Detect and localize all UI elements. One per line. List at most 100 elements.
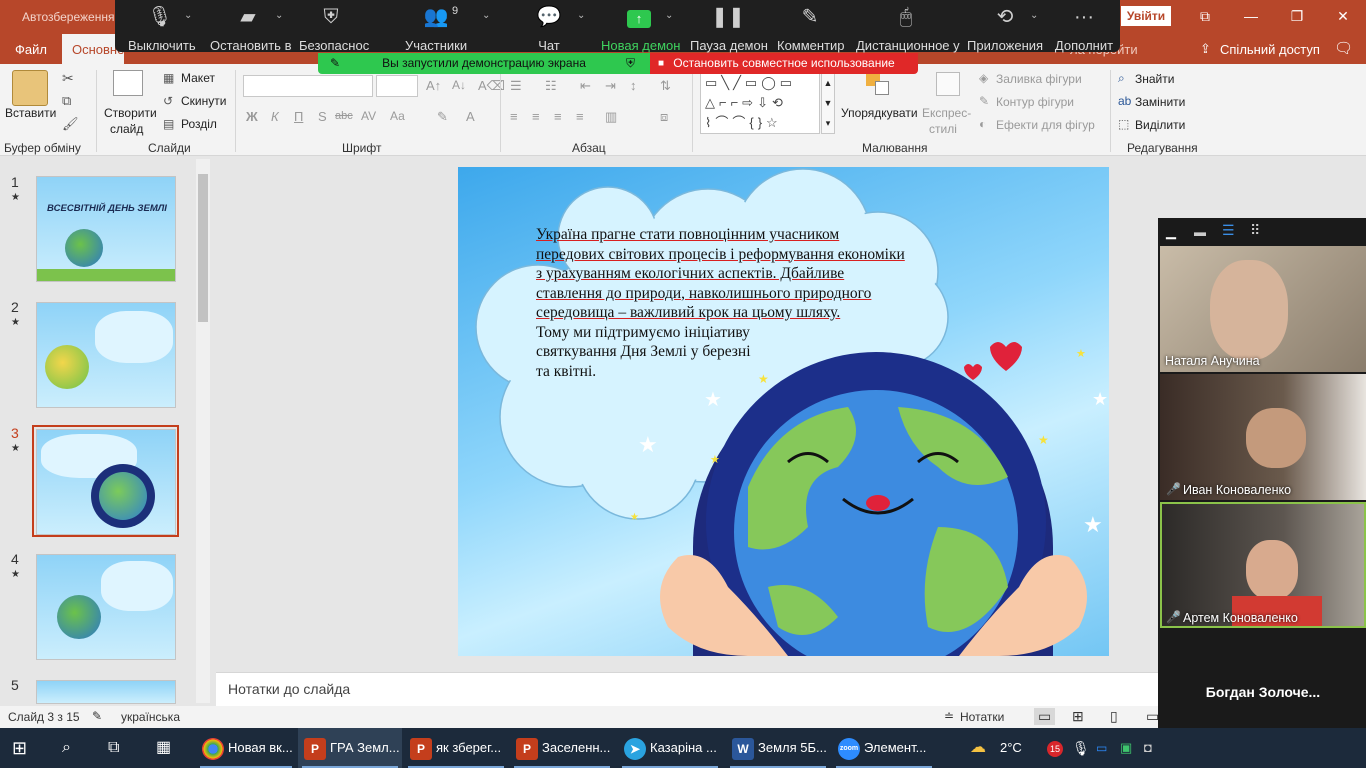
pause-share-button[interactable]: ❚❚ Пауза демон — [690, 4, 768, 53]
font-size-select[interactable] — [376, 75, 418, 97]
slide-body-text[interactable]: Україна прагне стати повноцінним учасник… — [536, 225, 936, 381]
copy-icon[interactable]: ⧉ — [62, 93, 71, 109]
taskbar-telegram[interactable]: ➤ Казаріна ... — [618, 728, 722, 768]
highlight-icon[interactable]: ✎ — [437, 109, 448, 125]
shape-effects-button[interactable]: Ефекти для фігур — [996, 118, 1095, 132]
outdent-icon[interactable]: ⇥ — [605, 78, 616, 94]
format-painter-icon[interactable]: 🖌 — [62, 116, 79, 132]
taskbar-zoom[interactable]: zoom Элемент... — [832, 728, 936, 768]
share-caret-icon[interactable]: ⌄ — [665, 10, 673, 21]
stop-share-button[interactable]: ■ Остановить совместное использование — [650, 53, 918, 74]
text-direction-icon[interactable]: ⇅ — [660, 78, 671, 94]
indent-icon[interactable]: ⇤ — [580, 78, 591, 94]
spellcheck-icon[interactable]: ✎ — [92, 709, 102, 723]
mute-caret-icon[interactable]: ⌄ — [184, 10, 192, 21]
apps-caret-icon[interactable]: ⌄ — [1030, 10, 1038, 21]
video-tile-2[interactable]: 🎤 Иван Коноваленко — [1160, 374, 1366, 500]
bullets-icon[interactable]: ☰ — [510, 78, 522, 94]
slide-thumbnail-5[interactable] — [36, 680, 176, 704]
close-button[interactable]: ✕ — [1328, 6, 1358, 26]
notes-icon[interactable]: ≐ — [944, 709, 954, 723]
shadow-button[interactable]: S — [318, 109, 327, 124]
calculator-icon[interactable]: ▦ — [156, 728, 178, 768]
quick-styles-label-2[interactable]: стилі — [929, 122, 957, 136]
reading-view-icon[interactable]: ▯ — [1110, 708, 1118, 725]
windows-start-icon[interactable]: ⊞ — [12, 728, 36, 768]
shrink-font-icon[interactable]: A↓ — [452, 78, 466, 92]
shape-fill-button[interactable]: Заливка фігури — [996, 72, 1082, 86]
new-slide-icon[interactable] — [113, 70, 143, 96]
paste-icon[interactable] — [12, 70, 48, 106]
thumb-scrollbar-handle[interactable] — [198, 174, 208, 322]
paste-button[interactable]: Вставити — [5, 106, 56, 120]
pin-icon[interactable]: ✎ — [330, 53, 340, 74]
weather-icon[interactable]: ☁ — [970, 728, 986, 768]
security-button[interactable]: ⛨ Безопаснос — [299, 4, 369, 53]
align-center-icon[interactable]: ≡ — [532, 109, 540, 124]
shape-outline-button[interactable]: Контур фігури — [996, 95, 1074, 109]
minimize-video-icon[interactable]: ▁ — [1166, 224, 1176, 240]
taskbar-chrome[interactable]: Новая вк... — [196, 728, 296, 768]
slide-thumbnail-3[interactable] — [36, 429, 176, 535]
gallery-view-icon[interactable]: ⠿ — [1250, 222, 1260, 239]
autosave-label[interactable]: Автозбереження — [22, 10, 114, 24]
grow-font-icon[interactable]: A↑ — [426, 78, 441, 93]
taskbar-ppt-2[interactable]: Pяк зберег... — [404, 728, 508, 768]
chat-button[interactable]: 💬 Чат — [521, 4, 577, 53]
chat-caret-icon[interactable]: ⌄ — [577, 10, 585, 21]
change-case-button[interactable]: Аа — [390, 109, 405, 123]
sorter-view-icon[interactable]: ⊞ — [1072, 708, 1084, 725]
signin-button[interactable]: Увійти — [1121, 6, 1171, 26]
quick-styles-label-1[interactable]: Експрес- — [922, 106, 971, 120]
font-family-select[interactable] — [243, 75, 373, 97]
tab-file[interactable]: Файл — [15, 42, 47, 57]
annotate-button[interactable]: ✎ Комментир — [777, 4, 845, 53]
zoom-tray-icon[interactable]: ▭ — [1096, 728, 1107, 768]
spacing-icon[interactable]: AV — [361, 109, 376, 123]
weather-temp[interactable]: 2°C — [1000, 728, 1022, 768]
video-tile-3[interactable]: 🎤 Артем Коноваленко — [1160, 502, 1366, 628]
new-slide-label-1[interactable]: Створити — [104, 106, 157, 120]
normal-view-icon[interactable]: ▭ — [1034, 708, 1056, 725]
arrange-icon[interactable] — [866, 72, 892, 98]
video-tile-1[interactable]: Наталя Анучина — [1160, 246, 1366, 372]
select-icon[interactable]: ⬚ — [1118, 117, 1129, 131]
language-label[interactable]: українська — [121, 710, 180, 724]
minimize-button[interactable]: — — [1236, 6, 1266, 26]
video-tile-4[interactable]: Богдан Золоче... — [1160, 630, 1366, 728]
align-left-icon[interactable]: ≡ — [510, 109, 518, 124]
hide-video-icon[interactable]: ▬ — [1194, 225, 1206, 239]
mic-tray-icon[interactable]: 🎙 — [1072, 728, 1090, 768]
more-button[interactable]: ··· Дополнит — [1051, 4, 1117, 53]
section-button[interactable]: Розділ — [181, 117, 217, 131]
columns-icon[interactable]: ▥ — [605, 109, 617, 125]
font-color-icon[interactable]: A — [466, 109, 475, 124]
align-right-icon[interactable]: ≡ — [554, 109, 562, 124]
reset-icon[interactable]: ↺ — [163, 94, 173, 108]
smartart-icon[interactable]: ⧈ — [660, 109, 668, 125]
slide-thumbnail-2[interactable] — [36, 302, 176, 408]
quick-styles-icon[interactable] — [936, 72, 960, 96]
bold-button[interactable]: Ж — [246, 109, 258, 124]
find-icon[interactable]: ⌕ — [1118, 71, 1125, 86]
slide-canvas[interactable]: ★ ★ ★ ★ ★ ★ ★ ★ ★ Україна прагне стати п… — [458, 167, 1109, 656]
shape-fill-icon[interactable]: ◈ — [979, 71, 988, 85]
section-icon[interactable]: ▤ — [163, 117, 174, 131]
find-button[interactable]: Знайти — [1135, 72, 1174, 86]
layout-button[interactable]: Макет — [181, 71, 215, 85]
notes-pane[interactable]: Нотатки до слайда — [216, 672, 1158, 706]
speaker-view-icon[interactable]: ☰ — [1222, 222, 1235, 239]
mute-button[interactable]: 🎙 Выключить — [128, 4, 196, 53]
search-icon[interactable]: ⌕ — [62, 728, 84, 768]
tray-icon[interactable]: ◘ — [1144, 728, 1152, 768]
share-icon[interactable]: ⇪ — [1200, 41, 1211, 57]
numbering-icon[interactable]: ☷ — [545, 78, 557, 94]
ribbon-display-icon[interactable]: ⧉ — [1190, 6, 1220, 26]
replace-button[interactable]: Замінити — [1135, 95, 1185, 109]
taskbar-ppt-1[interactable]: P ГРА Земл... — [298, 728, 402, 768]
remote-control-button[interactable]: 🖱 Дистанционное у — [856, 4, 960, 53]
shape-outline-icon[interactable]: ✎ — [979, 94, 989, 108]
reset-button[interactable]: Скинути — [181, 94, 226, 108]
select-button[interactable]: Виділити — [1135, 118, 1185, 132]
strikethrough-button[interactable]: abc — [335, 110, 353, 122]
